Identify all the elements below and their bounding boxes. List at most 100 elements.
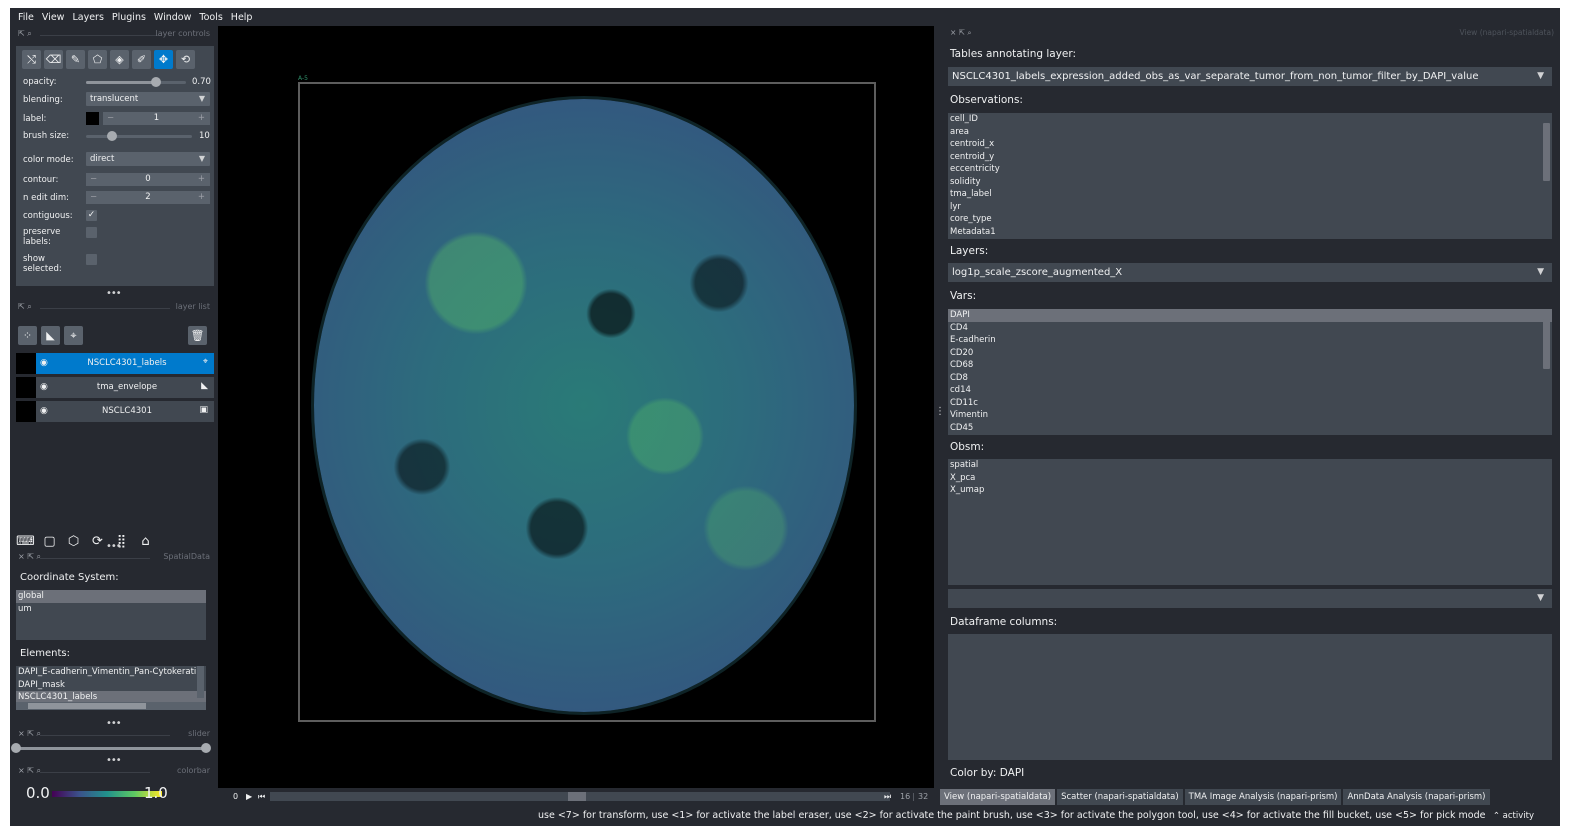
- list-item[interactable]: eccentricity: [948, 163, 1552, 176]
- vertical-scrollbar[interactable]: [1543, 123, 1550, 181]
- new-points-layer-icon[interactable]: ⁘: [18, 326, 37, 345]
- list-item[interactable]: Metadata1: [948, 226, 1552, 239]
- dock-close-icon[interactable]: × ⇱ ⌕: [18, 552, 41, 562]
- list-item[interactable]: cell_ID: [948, 113, 1552, 126]
- layer-row[interactable]: ◉ tma_envelope ◣: [16, 377, 214, 398]
- dataframe-select[interactable]: ▼: [948, 589, 1552, 608]
- list-item[interactable]: CD20: [948, 347, 1552, 360]
- range-slider-track[interactable]: [16, 747, 206, 750]
- dims-slider-handle[interactable]: [568, 792, 586, 801]
- label-color-swatch[interactable]: [86, 112, 99, 125]
- menu-help[interactable]: Help: [231, 12, 253, 23]
- step-forward-icon[interactable]: ⏭: [884, 792, 891, 802]
- eye-icon[interactable]: ◉: [40, 382, 48, 392]
- new-shapes-layer-icon[interactable]: ◣: [41, 326, 60, 345]
- transform-icon[interactable]: ⟲: [176, 50, 195, 69]
- dock-splitter-handle[interactable]: •••: [106, 288, 122, 299]
- list-item[interactable]: CD8: [948, 372, 1552, 385]
- step-back-icon[interactable]: ⏮: [258, 792, 265, 802]
- list-item[interactable]: CD68: [948, 359, 1552, 372]
- polygon-icon[interactable]: ⬠: [88, 50, 107, 69]
- menu-layers[interactable]: Layers: [72, 12, 103, 23]
- color-mode-select[interactable]: direct ▼: [86, 152, 210, 166]
- move-icon[interactable]: ✥: [154, 50, 173, 69]
- obsm-list[interactable]: spatial X_pca X_umap: [948, 459, 1552, 585]
- list-item[interactable]: CD45: [948, 422, 1552, 435]
- list-item[interactable]: CD4: [948, 322, 1552, 335]
- contour-spinbox[interactable]: − 0 +: [86, 173, 210, 186]
- home-icon[interactable]: ⌂: [136, 532, 155, 551]
- menu-plugins[interactable]: Plugins: [112, 12, 146, 23]
- opacity-slider-handle[interactable]: [151, 77, 161, 87]
- minus-icon[interactable]: −: [90, 191, 97, 204]
- transpose-icon[interactable]: ⟳: [88, 532, 107, 551]
- layer-row[interactable]: ◉ NSCLC4301 ▣: [16, 401, 214, 422]
- layers-select[interactable]: log1p_scale_zscore_augmented_X ▼: [948, 263, 1552, 282]
- elements-list[interactable]: DAPI_E-cadherin_Vimentin_Pan-Cytokerati …: [16, 666, 206, 710]
- list-item[interactable]: centroid_x: [948, 138, 1552, 151]
- ndisplay-toggle-icon[interactable]: ▢: [40, 532, 59, 551]
- dock-close-icon[interactable]: × ⇱ ⌕: [18, 766, 41, 776]
- paint-brush-icon[interactable]: ✎: [66, 50, 85, 69]
- list-item[interactable]: X_pca: [948, 472, 1552, 485]
- tab-anndata-analysis[interactable]: AnnData Analysis (napari-prism): [1343, 789, 1490, 805]
- activity-button[interactable]: ⌃ activity: [1493, 811, 1534, 821]
- label-spinbox[interactable]: − 1 +: [103, 112, 210, 125]
- list-item[interactable]: lyr: [948, 201, 1552, 214]
- menu-window[interactable]: Window: [154, 12, 191, 23]
- dock-splitter-handle[interactable]: •••: [106, 541, 122, 552]
- minus-icon[interactable]: −: [90, 173, 97, 186]
- horizontal-scrollbar[interactable]: [16, 702, 206, 710]
- color-picker-icon[interactable]: ✐: [132, 50, 151, 69]
- console-icon[interactable]: ⌨: [16, 532, 35, 551]
- dock-splitter-handle[interactable]: •••: [106, 755, 122, 766]
- roll-dims-icon[interactable]: ⬡: [64, 532, 83, 551]
- eye-icon[interactable]: ◉: [40, 358, 48, 368]
- scrollbar-thumb[interactable]: [28, 703, 146, 709]
- list-item[interactable]: centroid_y: [948, 151, 1552, 164]
- list-item[interactable]: cd14: [948, 384, 1552, 397]
- list-item[interactable]: CD11c: [948, 397, 1552, 410]
- contiguous-checkbox[interactable]: ✓: [86, 210, 97, 221]
- dims-slider[interactable]: [270, 792, 890, 801]
- layer-row[interactable]: ◉ NSCLC4301_labels ⌖: [16, 353, 214, 374]
- list-item[interactable]: solidity: [948, 176, 1552, 189]
- vertical-scrollbar[interactable]: [197, 666, 204, 698]
- coordinate-system-list[interactable]: global um: [16, 590, 206, 640]
- list-item[interactable]: DAPI_E-cadherin_Vimentin_Pan-Cytokerati: [16, 666, 206, 679]
- dataframe-columns-list[interactable]: [948, 634, 1552, 760]
- vertical-scrollbar[interactable]: [1543, 319, 1550, 369]
- list-item[interactable]: spatial: [948, 459, 1552, 472]
- plus-icon[interactable]: +: [198, 191, 205, 204]
- tables-select[interactable]: NSCLC4301_labels_expression_added_obs_as…: [948, 67, 1552, 86]
- dock-float-icon[interactable]: ⇱ ⌕: [18, 302, 32, 312]
- play-icon[interactable]: ▶: [246, 792, 252, 801]
- list-item[interactable]: core_type: [948, 213, 1552, 226]
- tab-view-napari-spatialdata[interactable]: View (napari-spatialdata): [940, 789, 1056, 805]
- brush-size-slider[interactable]: [86, 135, 192, 138]
- minus-icon[interactable]: −: [107, 112, 114, 125]
- dock-close-icon[interactable]: × ⇱ ⌕: [950, 28, 972, 38]
- fill-bucket-icon[interactable]: ◈: [110, 50, 129, 69]
- list-item[interactable]: Vimentin: [948, 409, 1552, 422]
- menu-view[interactable]: View: [42, 12, 65, 23]
- list-item[interactable]: E-cadherin: [948, 334, 1552, 347]
- viewer-canvas[interactable]: A-5: [218, 26, 934, 788]
- blending-select[interactable]: translucent ▼: [86, 92, 210, 106]
- list-item[interactable]: DAPI_mask: [16, 679, 206, 692]
- list-item[interactable]: DAPI: [948, 309, 1552, 322]
- list-item[interactable]: X_umap: [948, 484, 1552, 497]
- n-edit-dim-spinbox[interactable]: − 2 +: [86, 191, 210, 204]
- plus-icon[interactable]: +: [198, 112, 205, 125]
- observations-list[interactable]: cell_ID area centroid_x centroid_y eccen…: [948, 113, 1552, 239]
- range-slider-max-handle[interactable]: [201, 743, 211, 753]
- eraser-icon[interactable]: ⌫: [44, 50, 63, 69]
- delete-layer-icon[interactable]: 🗑: [188, 326, 207, 345]
- brush-size-slider-handle[interactable]: [107, 131, 117, 141]
- eye-icon[interactable]: ◉: [40, 406, 48, 416]
- dock-close-icon[interactable]: × ⇱ ⌕: [18, 729, 41, 739]
- tab-tma-image-analysis[interactable]: TMA Image Analysis (napari-prism): [1184, 789, 1342, 805]
- range-slider-min-handle[interactable]: [11, 743, 21, 753]
- plus-icon[interactable]: +: [198, 173, 205, 186]
- dock-splitter-handle[interactable]: •••: [106, 718, 122, 729]
